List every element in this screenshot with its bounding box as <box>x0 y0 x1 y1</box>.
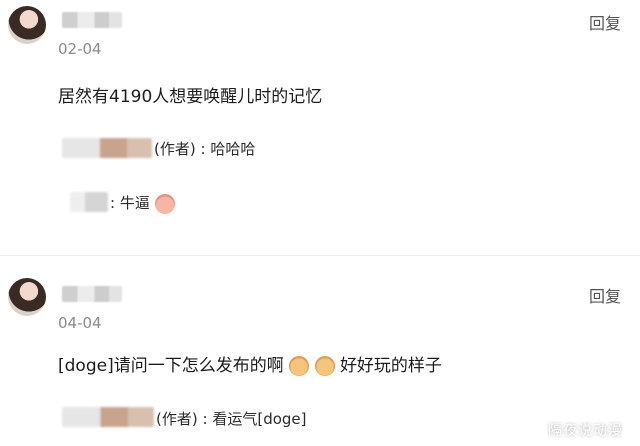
reply-username-blurred[interactable] <box>62 138 152 158</box>
reply-line: : 牛逼 <box>110 192 175 214</box>
reply-separator: : <box>202 410 208 428</box>
reply-button[interactable]: 回复 <box>589 283 621 307</box>
reply-button[interactable]: 回复 <box>589 10 621 34</box>
crying-emoji-icon <box>314 356 335 376</box>
reply-separator: : <box>110 194 116 212</box>
reply-separator: : <box>200 140 206 158</box>
peach-emoji-icon <box>154 193 175 214</box>
reply-line: (作者) : 哈哈哈 <box>154 138 255 159</box>
username-blurred[interactable] <box>62 286 122 302</box>
reply-line: (作者) : 看运气[doge] <box>156 408 307 429</box>
avatar[interactable] <box>8 278 46 316</box>
reply-text: 牛逼 <box>119 194 150 212</box>
divider <box>0 255 640 256</box>
comment-text-part: [doge]请问一下怎么发布的啊 <box>58 356 284 376</box>
comment-date: 04-04 <box>58 314 102 332</box>
reply-username-blurred[interactable] <box>70 192 108 212</box>
reply-text: 哈哈哈 <box>210 140 256 158</box>
username-blurred[interactable] <box>62 12 122 28</box>
comment-text-part: 好好玩的样子 <box>339 356 442 376</box>
avatar[interactable] <box>8 6 46 44</box>
comment-text: [doge]请问一下怎么发布的啊 好好玩的样子 <box>58 351 442 376</box>
comment-text: 居然有4190人想要唤醒儿时的记忆 <box>58 87 323 107</box>
crying-emoji-icon <box>289 356 310 376</box>
watermark: 隔夜说动漫 <box>548 423 623 439</box>
reply-text: 看运气[doge] <box>212 410 307 428</box>
reply-username-blurred[interactable] <box>62 407 154 427</box>
comment-date: 02-04 <box>58 40 102 58</box>
author-tag: (作者) <box>154 140 196 158</box>
author-tag: (作者) <box>156 410 198 428</box>
